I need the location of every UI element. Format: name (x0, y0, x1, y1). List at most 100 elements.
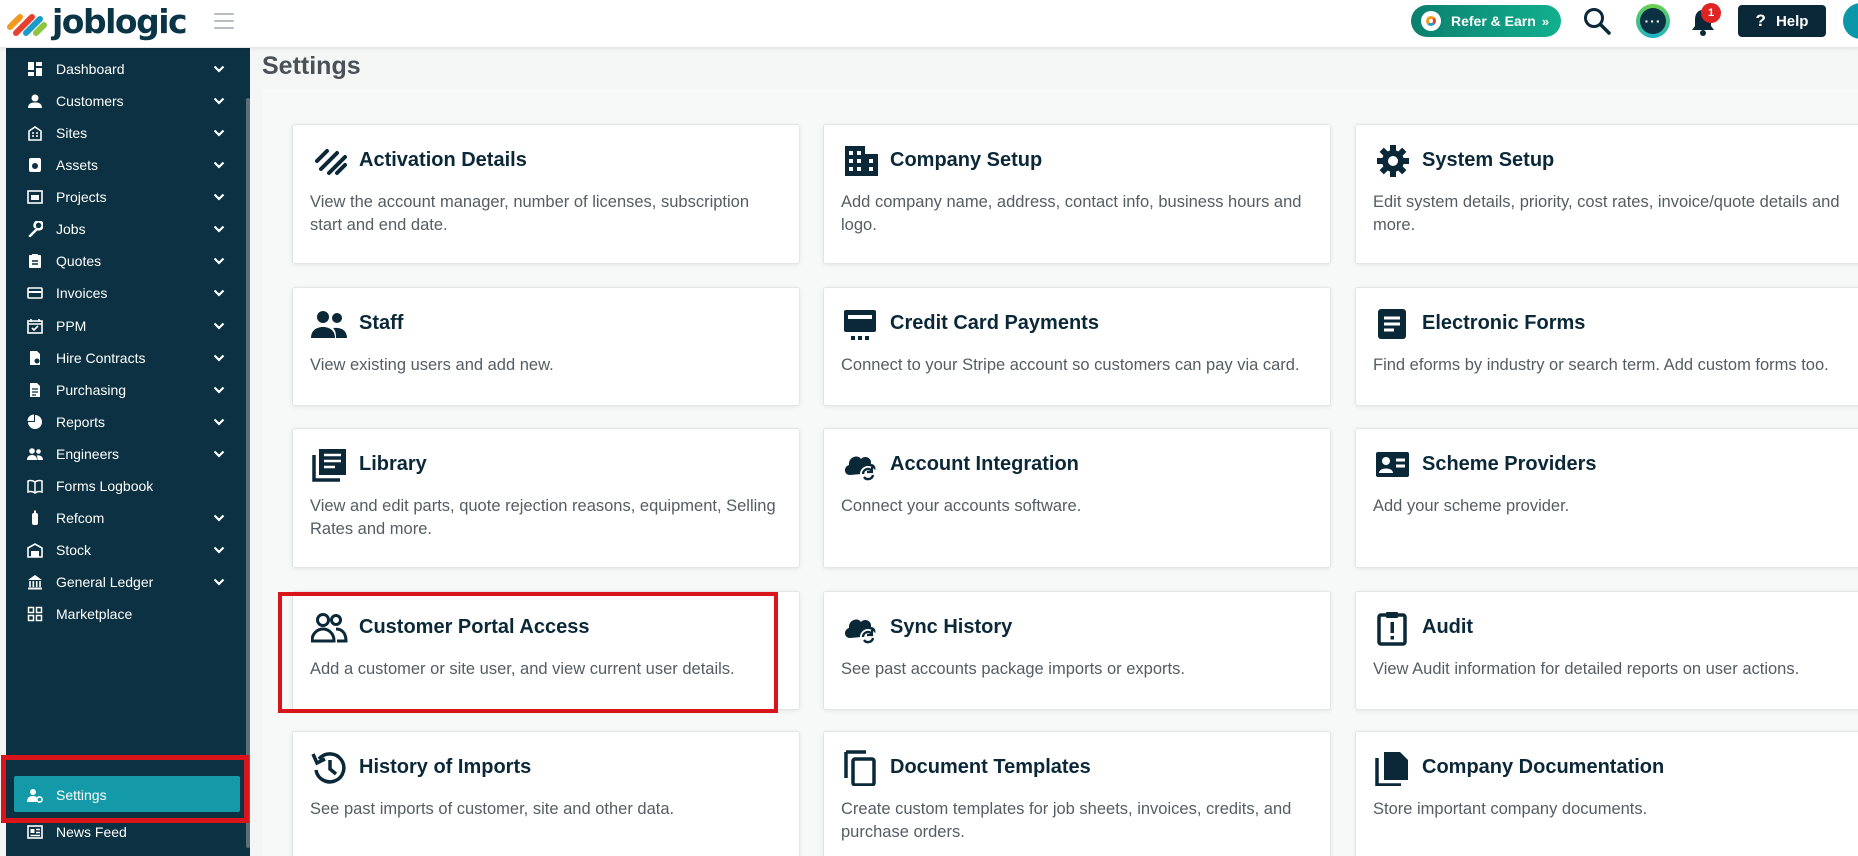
card-title: History of Imports (359, 756, 532, 778)
card-description: Find eforms by industry or search term. … (1373, 356, 1829, 374)
chevron-down-icon[interactable] (212, 543, 226, 557)
card-description: View existing users and add new. (310, 356, 554, 374)
card-description: Add company name, address, contact info,… (841, 193, 1302, 234)
card-description: Add a customer or site user, and view cu… (310, 660, 735, 678)
refer-logo-icon (1421, 11, 1441, 31)
card-title: System Setup (1422, 149, 1555, 171)
chevron-down-icon[interactable] (212, 511, 226, 525)
card-title: Document Templates (890, 756, 1091, 778)
wrench-icon (28, 221, 43, 238)
sidebar-item-label: Reports (56, 413, 106, 430)
card-description: Connect your accounts software. (841, 497, 1082, 515)
card-title: Library (359, 453, 427, 475)
chevron-down-icon[interactable] (212, 351, 226, 365)
library-icon (312, 449, 346, 482)
project-icon (27, 190, 43, 205)
card-title: Sync History (890, 616, 1013, 638)
notification-badge[interactable]: 1 (1701, 3, 1721, 23)
settings-card-history-of-imports[interactable]: History of Imports See past imports of cu… (292, 731, 800, 856)
chevron-down-icon[interactable] (212, 126, 226, 140)
card-title: Company Documentation (1422, 756, 1665, 778)
card-title: Customer Portal Access (359, 616, 590, 638)
card-description: See past imports of customer, site and o… (310, 800, 675, 818)
sidebar-item-news-feed[interactable]: News Feed (6, 813, 242, 851)
building-icon (28, 126, 42, 141)
chevron-down-icon[interactable] (212, 447, 226, 461)
settings-card-library[interactable]: Library View and edit parts, quote reject… (292, 428, 800, 568)
copy-icon (844, 750, 876, 786)
settings-card-account-integration[interactable]: Account Integration Connect your accounts… (823, 428, 1331, 568)
staff-icon (311, 311, 347, 338)
sidebar-item-label: Sites (56, 125, 88, 142)
chevron-down-icon[interactable] (212, 158, 226, 172)
news-icon (27, 825, 43, 839)
history-icon (311, 752, 346, 784)
card-description: See past accounts package imports or exp… (841, 660, 1185, 678)
settings-card-document-templates[interactable]: Document Templates Create custom template… (823, 731, 1331, 856)
logo-text: joblogic (52, 2, 188, 41)
card-description: View the account manager, number of lice… (310, 193, 750, 234)
invoice-icon (27, 287, 43, 300)
top-bar: joblogic Refer & Earn » ··· 1 ? Help (0, 0, 1858, 48)
avatar[interactable] (1843, 3, 1858, 39)
clipboard-icon (29, 254, 41, 269)
people-icon (27, 448, 43, 460)
chevron-down-icon[interactable] (212, 222, 226, 236)
credit-card-icon (844, 310, 876, 340)
settings-card-credit-card-payments[interactable]: Credit Card Payments Connect to your Stri… (823, 287, 1331, 406)
settings-card-company-documentation[interactable]: Company Documentation Store important com… (1355, 731, 1858, 856)
search-icon[interactable] (1582, 6, 1612, 36)
pie-chart-icon (27, 414, 42, 429)
cloud-sync-icon (844, 619, 876, 645)
sidebar-item-label: Refcom (56, 509, 105, 526)
page-title: Settings (262, 52, 361, 80)
sidebar-item-label: Settings (56, 787, 107, 803)
asset-icon (29, 158, 41, 173)
chevron-down-icon[interactable] (212, 62, 226, 76)
person-icon (28, 94, 42, 109)
portal-users-icon (311, 613, 348, 643)
card-title: Company Setup (890, 149, 1043, 171)
document-icon (30, 382, 40, 397)
book-icon (27, 479, 43, 494)
chevron-down-icon[interactable] (212, 286, 226, 300)
dashboard-icon (28, 62, 42, 76)
chevron-down-icon[interactable] (212, 383, 226, 397)
office-building-icon (845, 146, 878, 176)
settings-card-audit[interactable]: Audit View Audit information for detailed… (1355, 591, 1858, 710)
menu-toggle-icon[interactable] (214, 13, 234, 29)
card-description: Store important company documents. (1373, 800, 1648, 818)
joblogic-logo[interactable]: joblogic (6, 2, 188, 41)
chevron-down-icon[interactable] (212, 254, 226, 268)
help-button[interactable]: ? Help (1738, 5, 1826, 37)
settings-card-electronic-forms[interactable]: Electronic Forms Find eforms by industry … (1355, 287, 1858, 406)
chevron-down-icon[interactable] (212, 575, 226, 589)
audit-clipboard-icon (1377, 612, 1407, 646)
chevron-down-icon[interactable] (212, 190, 226, 204)
activation-icon (315, 149, 347, 175)
chevron-down-icon[interactable] (212, 415, 226, 429)
sidebar-scrollbar[interactable] (246, 98, 250, 848)
chevron-down-icon[interactable] (212, 94, 226, 108)
sidebar-item-label: Marketplace (56, 606, 133, 623)
sidebar-item-label: Quotes (56, 253, 102, 270)
card-title: Credit Card Payments (890, 312, 1099, 334)
refer-earn-button[interactable]: Refer & Earn » (1411, 5, 1561, 37)
card-title: Electronic Forms (1422, 312, 1586, 334)
settings-card-activation-details[interactable]: Activation Details View the account manag… (292, 124, 800, 264)
sidebar-item-label: Purchasing (56, 381, 127, 398)
chevron-down-icon[interactable] (212, 319, 226, 333)
settings-card-company-setup[interactable]: Company Setup Add company name, address, … (823, 124, 1331, 264)
settings-card-staff[interactable]: Staff View existing users and add new. (292, 287, 800, 406)
chat-icon[interactable]: ··· (1636, 4, 1670, 38)
sidebar-item-settings[interactable]: Settings (6, 776, 242, 814)
settings-card-system-setup[interactable]: System Setup Edit system details, priorit… (1355, 124, 1858, 264)
card-description: Edit system details, priority, cost rate… (1373, 193, 1840, 234)
sidebar-item-marketplace[interactable]: Marketplace (6, 595, 242, 633)
settings-card-customer-portal-access[interactable]: Customer Portal Access Add a customer or … (292, 591, 800, 710)
settings-card-scheme-providers[interactable]: Scheme Providers Add your scheme provider… (1355, 428, 1858, 568)
sidebar-item-label: News Feed (56, 824, 127, 840)
bank-icon (28, 575, 42, 590)
settings-card-sync-history[interactable]: Sync History See past accounts package im… (823, 591, 1331, 710)
card-title: Account Integration (890, 453, 1079, 475)
